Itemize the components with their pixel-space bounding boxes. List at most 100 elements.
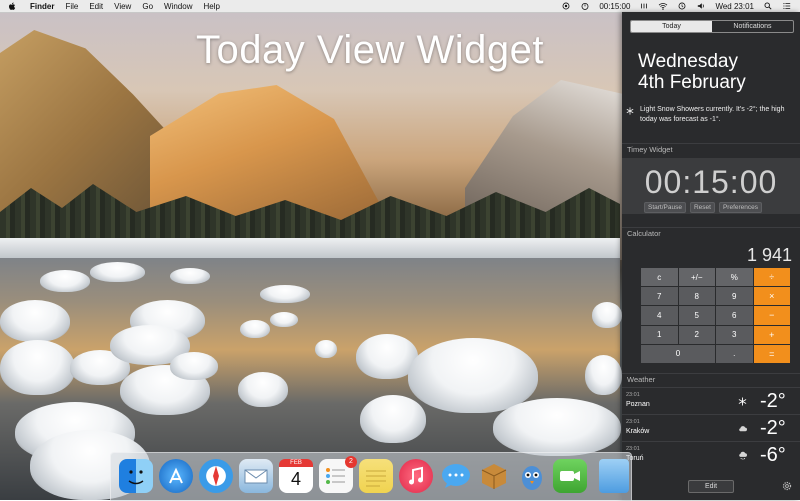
snow-rock <box>0 300 70 342</box>
package-icon[interactable] <box>477 459 511 493</box>
calc-key-add[interactable]: + <box>753 325 790 344</box>
calc-key-6[interactable]: 6 <box>716 306 753 325</box>
calc-key-divide[interactable]: ÷ <box>753 268 790 287</box>
calc-key-9[interactable]: 9 <box>716 287 753 306</box>
calc-key-subtract[interactable]: − <box>753 306 790 325</box>
weather-row[interactable]: 23:01 Toruń -6° <box>622 441 800 468</box>
notes-icon[interactable] <box>359 459 393 493</box>
menu-help[interactable]: Help <box>203 2 219 11</box>
timer-icon[interactable] <box>580 2 590 10</box>
reminders-badge: 2 <box>345 456 357 468</box>
snow-rock <box>170 268 210 284</box>
menu-window[interactable]: Window <box>164 2 192 11</box>
start-pause-button[interactable]: Start/Pause <box>644 202 686 213</box>
dock: FEB 4 2 <box>110 452 632 501</box>
calculator-keypad: c +/− % ÷ 7 8 9 × 4 5 6 − 1 2 3 + 0 . = <box>641 268 790 363</box>
menu-file[interactable]: File <box>65 2 78 11</box>
weather-temperature: -6° <box>760 444 786 466</box>
snow-rock <box>315 340 337 358</box>
menubar-timer[interactable]: 00:15:00 <box>599 2 630 11</box>
calc-key-2[interactable]: 2 <box>678 325 715 344</box>
time-machine-icon[interactable] <box>677 2 687 10</box>
downloads-folder-icon[interactable] <box>599 459 629 493</box>
status-area: 00:15:00 Wed 23:01 <box>561 2 800 11</box>
calc-key-decimal[interactable]: . <box>716 344 753 363</box>
itunes-icon[interactable] <box>399 459 433 493</box>
tab-today[interactable]: Today <box>631 21 712 32</box>
apple-icon[interactable] <box>8 2 16 11</box>
date-full: 4th February <box>638 72 746 93</box>
snow-rock <box>270 312 298 327</box>
snow-rock <box>0 340 75 395</box>
calendar-icon[interactable]: FEB 4 <box>279 459 313 493</box>
menu-app-finder[interactable]: Finder <box>30 2 54 11</box>
menubar-clock[interactable]: Wed 23:01 <box>715 2 754 11</box>
date-weekday: Wednesday <box>638 51 738 72</box>
calc-key-7[interactable]: 7 <box>641 287 678 306</box>
forecast-text: Light Snow Showers currently. It's -2°; … <box>640 106 785 123</box>
calc-key-percent[interactable]: % <box>716 268 753 287</box>
menu-edit[interactable]: Edit <box>89 2 103 11</box>
weather-row[interactable]: 23:01 Kraków -2° <box>622 414 800 441</box>
calendar-month: FEB <box>279 459 313 467</box>
desktop-title: Today View Widget <box>196 28 544 72</box>
weather-temperature: -2° <box>760 417 786 439</box>
snow-rock <box>240 320 270 338</box>
facetime-icon[interactable] <box>553 459 587 493</box>
messages-icon[interactable] <box>439 459 473 493</box>
finder-icon[interactable] <box>119 459 153 493</box>
weather-city: Kraków <box>626 428 650 435</box>
snow-rock <box>592 302 622 328</box>
weather-temperature: -2° <box>760 390 786 412</box>
calc-key-4[interactable]: 4 <box>641 306 678 325</box>
wifi-icon[interactable] <box>658 2 668 10</box>
snow-rock <box>360 395 426 443</box>
reset-button[interactable]: Reset <box>689 202 715 213</box>
tab-notifications[interactable]: Notifications <box>712 21 793 32</box>
calculator-header[interactable]: Calculator <box>622 227 800 239</box>
timer-buttons: Start/Pause Reset Preferences <box>644 202 762 213</box>
snow-rock <box>408 338 538 413</box>
gear-icon[interactable] <box>782 481 792 491</box>
snow-rock <box>493 398 621 456</box>
cloud-icon <box>739 426 747 432</box>
calc-key-1[interactable]: 1 <box>641 325 678 344</box>
snow-rock <box>40 270 90 292</box>
tweetbot-icon[interactable] <box>515 459 549 493</box>
snow-rock <box>90 262 145 282</box>
timer-display: 00:15:00 <box>644 164 778 200</box>
snow-cloud-icon <box>739 451 747 460</box>
weather-row[interactable]: 23:01 Poznan -2° <box>622 387 800 414</box>
snow-rock <box>170 352 218 380</box>
lines-icon[interactable] <box>639 2 649 10</box>
app-store-icon[interactable] <box>159 459 193 493</box>
weather-time: 23:01 <box>626 419 640 425</box>
menu-go[interactable]: Go <box>142 2 153 11</box>
calendar-day: 4 <box>290 469 301 489</box>
safari-icon[interactable] <box>199 459 233 493</box>
record-icon[interactable] <box>561 2 571 10</box>
menu-view[interactable]: View <box>114 2 131 11</box>
calc-key-8[interactable]: 8 <box>678 287 715 306</box>
snow-rock <box>238 372 288 407</box>
weather-header[interactable]: Weather <box>622 373 800 385</box>
search-icon[interactable] <box>763 2 773 10</box>
calc-key-negate[interactable]: +/− <box>678 268 715 287</box>
calc-key-clear[interactable]: c <box>641 268 678 287</box>
edit-button[interactable]: Edit <box>688 480 734 493</box>
preferences-button[interactable]: Preferences <box>718 202 762 213</box>
calc-key-3[interactable]: 3 <box>716 325 753 344</box>
mail-icon[interactable] <box>239 459 273 493</box>
list-icon[interactable] <box>782 2 792 10</box>
calc-key-equals[interactable]: = <box>753 344 790 363</box>
weather-city: Poznan <box>626 401 650 408</box>
volume-icon[interactable] <box>696 2 706 10</box>
timey-widget-header[interactable]: Timey Widget <box>622 143 800 155</box>
reminders-icon[interactable]: 2 <box>319 456 357 493</box>
notification-center-panel: Today Notifications Wednesday 4th Februa… <box>622 12 800 500</box>
calc-key-0[interactable]: 0 <box>641 344 715 363</box>
timey-widget: 00:15:00 Start/Pause Reset Preferences <box>622 158 800 214</box>
calc-key-multiply[interactable]: × <box>753 287 790 306</box>
calc-key-5[interactable]: 5 <box>678 306 715 325</box>
snow-icon <box>738 397 747 406</box>
